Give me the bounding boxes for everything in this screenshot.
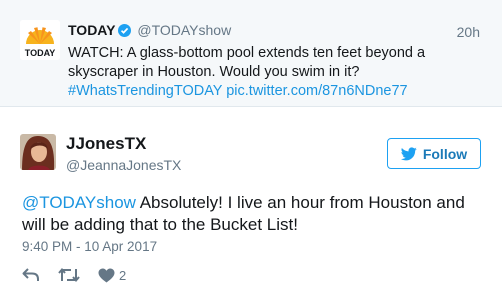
today-logo-icon: TODAY — [20, 20, 60, 60]
reply-timestamp[interactable]: 9:40 PM - 10 Apr 2017 — [22, 239, 157, 254]
quoted-tweet-body: WATCH: A glass-bottom pool extends ten f… — [68, 45, 426, 80]
reply-button[interactable] — [22, 266, 40, 284]
mention-link[interactable]: @TODAYshow — [22, 193, 136, 212]
retweet-icon — [58, 267, 80, 283]
verified-icon — [118, 24, 132, 37]
follow-button[interactable]: Follow — [387, 138, 481, 169]
reply-author-handle[interactable]: @JeannaJonesTX — [66, 157, 181, 173]
hashtag-link[interactable]: #WhatsTrendingTODAY — [68, 83, 222, 99]
today-logo-avatar[interactable]: TODAY — [20, 20, 60, 60]
quoted-author-name[interactable]: TODAY — [68, 22, 115, 38]
avatar[interactable] — [20, 134, 56, 170]
quoted-tweet-text: WATCH: A glass-bottom pool extends ten f… — [68, 44, 480, 101]
quoted-author-handle[interactable]: @TODAYshow — [137, 22, 231, 38]
retweet-button[interactable] — [58, 266, 80, 284]
heart-icon — [98, 268, 115, 282]
twitter-bird-icon — [400, 146, 417, 160]
reply-tweet-text: @TODAYshow Absolutely! I live an hour fr… — [22, 192, 487, 236]
today-logo-text: TODAY — [25, 48, 56, 58]
reply-icon — [22, 268, 39, 281]
reply-author-name[interactable]: JJonesTX — [66, 134, 146, 154]
like-count: 2 — [119, 267, 127, 283]
follow-label: Follow — [422, 145, 468, 162]
like-button[interactable]: 2 — [98, 266, 126, 284]
quoted-tweet-header: TODAY @TODAYshow — [68, 22, 231, 39]
user-photo-icon — [20, 134, 56, 170]
quoted-tweet-card[interactable]: TODAY TODAY @TODAYshow 20h WATCH: A glas… — [0, 0, 502, 107]
quoted-tweet-time[interactable]: 20h — [457, 24, 480, 40]
media-link[interactable]: pic.twitter.com/87n6NDne77 — [226, 83, 407, 99]
